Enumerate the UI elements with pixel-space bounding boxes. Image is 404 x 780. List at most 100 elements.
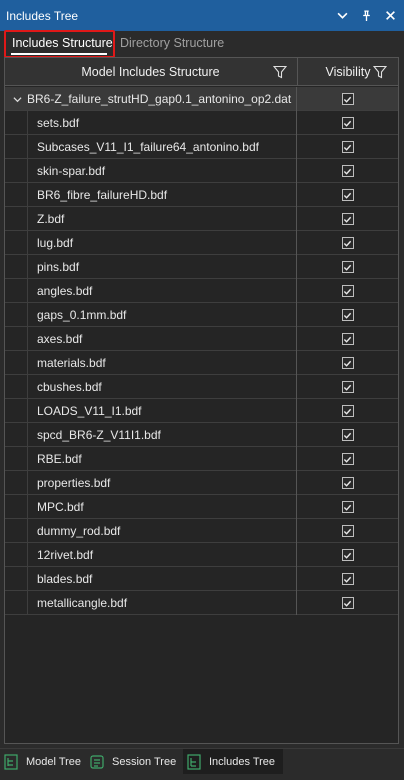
include-file: materials.bdf [5, 351, 296, 375]
visibility-checkbox[interactable] [341, 357, 354, 369]
bottom-tab-label: Model Tree [26, 755, 82, 768]
table-row[interactable]: metallicangle.bdf [5, 591, 398, 615]
visibility-cell [296, 447, 398, 471]
filter-icon[interactable] [273, 65, 287, 79]
includes-grid: Model Includes Structure Visibility BR6-… [4, 57, 399, 744]
visibility-checkbox[interactable] [341, 165, 354, 177]
file-name: angles.bdf [37, 284, 93, 298]
visibility-checkbox[interactable] [341, 189, 354, 201]
table-row[interactable]: MPC.bdf [5, 495, 398, 519]
grid-header: Model Includes Structure Visibility [5, 58, 398, 86]
file-name: dummy_rod.bdf [37, 524, 121, 538]
panel-title: Includes Tree [6, 8, 79, 23]
include-file: LOADS_V11_I1.bdf [5, 399, 296, 423]
visibility-checkbox[interactable] [341, 597, 354, 609]
table-row[interactable]: skin-spar.bdf [5, 159, 398, 183]
includes-tree-icon [187, 753, 201, 770]
chevron-down-icon[interactable] [332, 6, 352, 26]
session-tree-icon [90, 754, 104, 770]
column-header-model-includes[interactable]: Model Includes Structure [5, 58, 296, 86]
visibility-checkbox[interactable] [341, 549, 354, 561]
file-name: blades.bdf [37, 572, 93, 586]
table-row[interactable]: properties.bdf [5, 471, 398, 495]
visibility-checkbox[interactable] [341, 261, 354, 273]
table-row[interactable]: gaps_0.1mm.bdf [5, 303, 398, 327]
table-row[interactable]: spcd_BR6-Z_V11I1.bdf [5, 423, 398, 447]
table-row[interactable]: LOADS_V11_I1.bdf [5, 399, 398, 423]
visibility-checkbox[interactable] [341, 285, 354, 297]
visibility-checkbox[interactable] [341, 213, 354, 225]
table-row[interactable]: angles.bdf [5, 279, 398, 303]
include-file: cbushes.bdf [5, 375, 296, 399]
include-file: MPC.bdf [5, 495, 296, 519]
table-row[interactable]: dummy_rod.bdf [5, 519, 398, 543]
visibility-checkbox[interactable] [341, 573, 354, 585]
table-row[interactable]: BR6_fibre_failureHD.bdf [5, 183, 398, 207]
visibility-cell [296, 591, 398, 615]
include-file: 12rivet.bdf [5, 543, 296, 567]
table-row[interactable]: axes.bdf [5, 327, 398, 351]
visibility-checkbox[interactable] [341, 477, 354, 489]
include-file: RBE.bdf [5, 447, 296, 471]
table-row[interactable]: RBE.bdf [5, 447, 398, 471]
file-name: pins.bdf [37, 260, 80, 274]
visibility-cell [296, 471, 398, 495]
visibility-checkbox[interactable] [341, 93, 354, 105]
table-row[interactable]: materials.bdf [5, 351, 398, 375]
visibility-checkbox[interactable] [341, 309, 354, 321]
pin-icon[interactable] [356, 6, 376, 26]
grid-rows: BR6-Z_failure_strutHD_gap0.1_antonino_op… [5, 87, 398, 615]
column-label: Model Includes Structure [81, 65, 220, 79]
file-name: lug.bdf [37, 236, 74, 250]
chevron-down-icon[interactable] [11, 93, 23, 105]
visibility-checkbox[interactable] [341, 525, 354, 537]
visibility-cell [296, 87, 398, 111]
visibility-checkbox[interactable] [341, 429, 354, 441]
tab-directory-structure[interactable]: Directory Structure [120, 36, 224, 50]
include-file: properties.bdf [5, 471, 296, 495]
table-row[interactable]: 12rivet.bdf [5, 543, 398, 567]
include-file: gaps_0.1mm.bdf [5, 303, 296, 327]
visibility-cell [296, 159, 398, 183]
file-name: cbushes.bdf [37, 380, 102, 394]
visibility-cell [296, 135, 398, 159]
include-file: spcd_BR6-Z_V11I1.bdf [5, 423, 296, 447]
table-row[interactable]: sets.bdf [5, 111, 398, 135]
include-file: Subcases_V11_I1_failure64_antonino.bdf [5, 135, 296, 159]
visibility-cell [296, 111, 398, 135]
bottom-tab-includes-tree[interactable]: Includes Tree [183, 749, 283, 774]
include-file: lug.bdf [5, 231, 296, 255]
include-file: BR6_fibre_failureHD.bdf [5, 183, 296, 207]
visibility-checkbox[interactable] [341, 453, 354, 465]
visibility-cell [296, 495, 398, 519]
bottom-tab-label: Session Tree [112, 755, 177, 768]
bottom-tab-session-tree[interactable]: Session Tree [90, 749, 178, 774]
visibility-checkbox[interactable] [341, 381, 354, 393]
include-file: angles.bdf [5, 279, 296, 303]
visibility-checkbox[interactable] [341, 141, 354, 153]
table-row[interactable]: blades.bdf [5, 567, 398, 591]
file-name: properties.bdf [37, 476, 111, 490]
visibility-cell [296, 303, 398, 327]
file-name: spcd_BR6-Z_V11I1.bdf [37, 428, 161, 442]
visibility-checkbox[interactable] [341, 237, 354, 249]
visibility-checkbox[interactable] [341, 117, 354, 129]
table-row[interactable]: Subcases_V11_I1_failure64_antonino.bdf [5, 135, 398, 159]
table-row[interactable]: lug.bdf [5, 231, 398, 255]
visibility-cell [296, 351, 398, 375]
table-row[interactable]: pins.bdf [5, 255, 398, 279]
include-file: skin-spar.bdf [5, 159, 296, 183]
table-row-root[interactable]: BR6-Z_failure_strutHD_gap0.1_antonino_op… [5, 87, 398, 111]
bottom-tab-model-tree[interactable]: Model Tree [4, 749, 84, 774]
file-name: sets.bdf [37, 116, 80, 130]
table-row[interactable]: cbushes.bdf [5, 375, 398, 399]
filter-icon[interactable] [373, 65, 387, 79]
table-row[interactable]: Z.bdf [5, 207, 398, 231]
visibility-cell [296, 255, 398, 279]
visibility-cell [296, 231, 398, 255]
close-icon[interactable] [380, 6, 400, 26]
visibility-checkbox[interactable] [341, 501, 354, 513]
visibility-cell [296, 423, 398, 447]
visibility-checkbox[interactable] [341, 333, 354, 345]
visibility-checkbox[interactable] [341, 405, 354, 417]
